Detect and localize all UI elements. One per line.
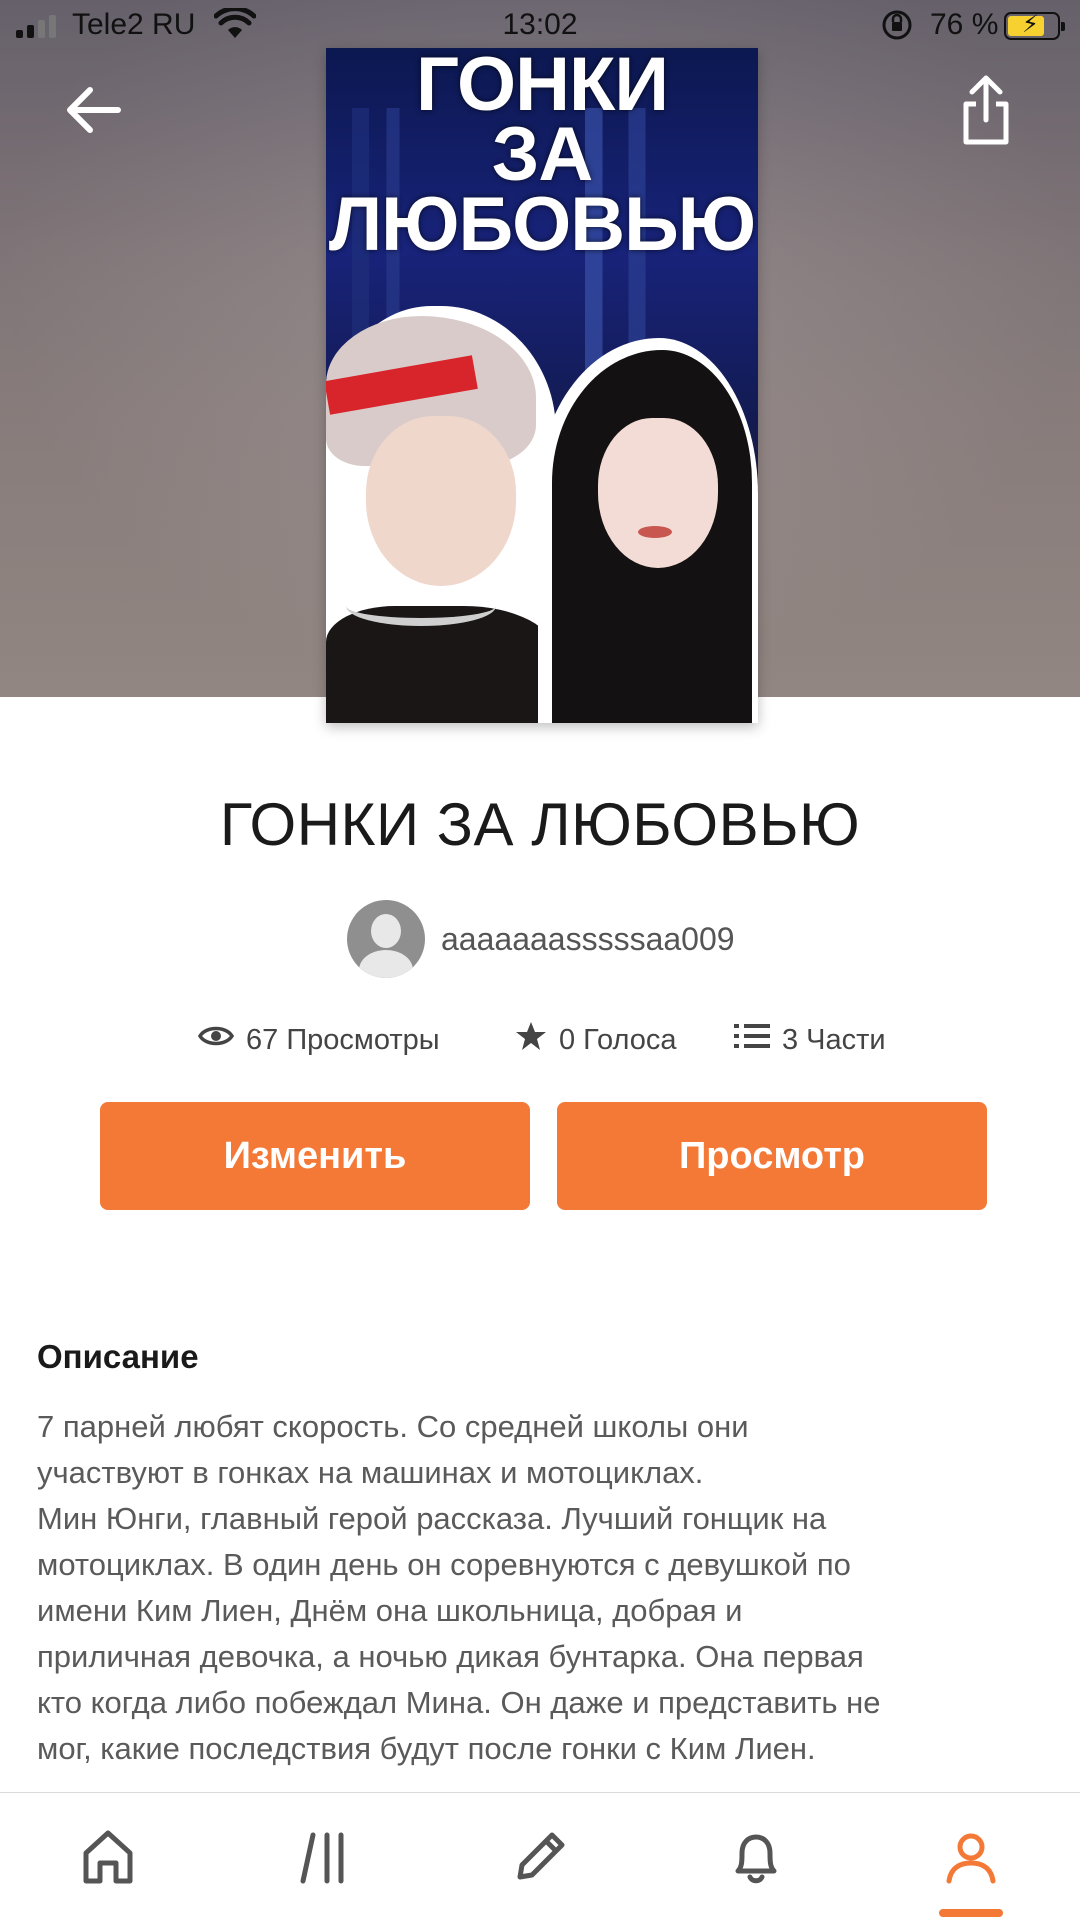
clock: 13:02 — [502, 8, 578, 41]
description-text: 7 парней любят скорость. Со средней школ… — [37, 1409, 881, 1766]
bottom-navigation — [0, 1792, 1080, 1920]
story-stats: 67 Просмотры 0 Голоса 3 Части — [0, 1018, 1080, 1062]
nav-home[interactable] — [68, 1817, 148, 1897]
battery-percent: 76 % — [930, 8, 999, 41]
edit-button[interactable]: Изменить — [100, 1102, 530, 1210]
list-icon — [734, 1022, 770, 1058]
nav-library[interactable] — [287, 1817, 367, 1897]
rotation-lock-icon — [880, 8, 914, 50]
cover-person-left — [326, 306, 556, 723]
nav-write[interactable] — [500, 1817, 580, 1897]
parts-stat: 3 Части — [734, 1018, 886, 1062]
description-heading: Описание — [37, 1338, 199, 1375]
status-bar: Tele2 RU 13:02 76 % ⚡ — [0, 0, 1080, 52]
story-title: ГОНКИ ЗА ЛЮБОВЬЮ — [219, 791, 861, 858]
share-icon — [963, 75, 1009, 145]
cover-person-right — [538, 338, 758, 723]
votes-count: 0 Голоса — [559, 1023, 677, 1056]
story-cover-image[interactable]: ГОНКИ ЗА ЛЮБОВЬЮ — [326, 48, 758, 723]
profile-icon — [946, 1833, 996, 1884]
votes-stat: 0 Голоса — [515, 1018, 676, 1062]
story-details-screen: Tele2 RU 13:02 76 % ⚡ ГОНКИ ЗА ЛЮБОВЬЮ Г… — [0, 0, 1080, 1920]
views-stat: 67 Просмотры — [197, 1018, 440, 1062]
eye-icon — [197, 1023, 235, 1057]
views-count: 67 Просмотры — [246, 1023, 440, 1056]
write-icon — [517, 1832, 565, 1880]
star-icon — [515, 1021, 547, 1059]
author-link[interactable]: aaaaaaasssssaa009 — [347, 900, 735, 978]
avatar — [347, 900, 425, 978]
cover-title: ГОНКИ ЗА ЛЮБОВЬЮ — [328, 48, 756, 267]
parts-count: 3 Части — [782, 1023, 886, 1056]
active-tab-indicator — [939, 1909, 1003, 1917]
author-name: aaaaaaasssssaa009 — [441, 920, 735, 957]
notifications-icon — [735, 1834, 777, 1884]
preview-button[interactable]: Просмотр — [557, 1102, 987, 1210]
home-icon — [83, 1830, 133, 1884]
arrow-left-icon — [67, 87, 121, 133]
share-button[interactable] — [956, 72, 1016, 152]
battery-charging-icon: ⚡ — [1004, 11, 1065, 40]
nav-notifications[interactable] — [716, 1817, 796, 1897]
back-button[interactable] — [58, 78, 130, 150]
nav-profile[interactable] — [931, 1817, 1011, 1897]
library-icon — [300, 1832, 344, 1884]
